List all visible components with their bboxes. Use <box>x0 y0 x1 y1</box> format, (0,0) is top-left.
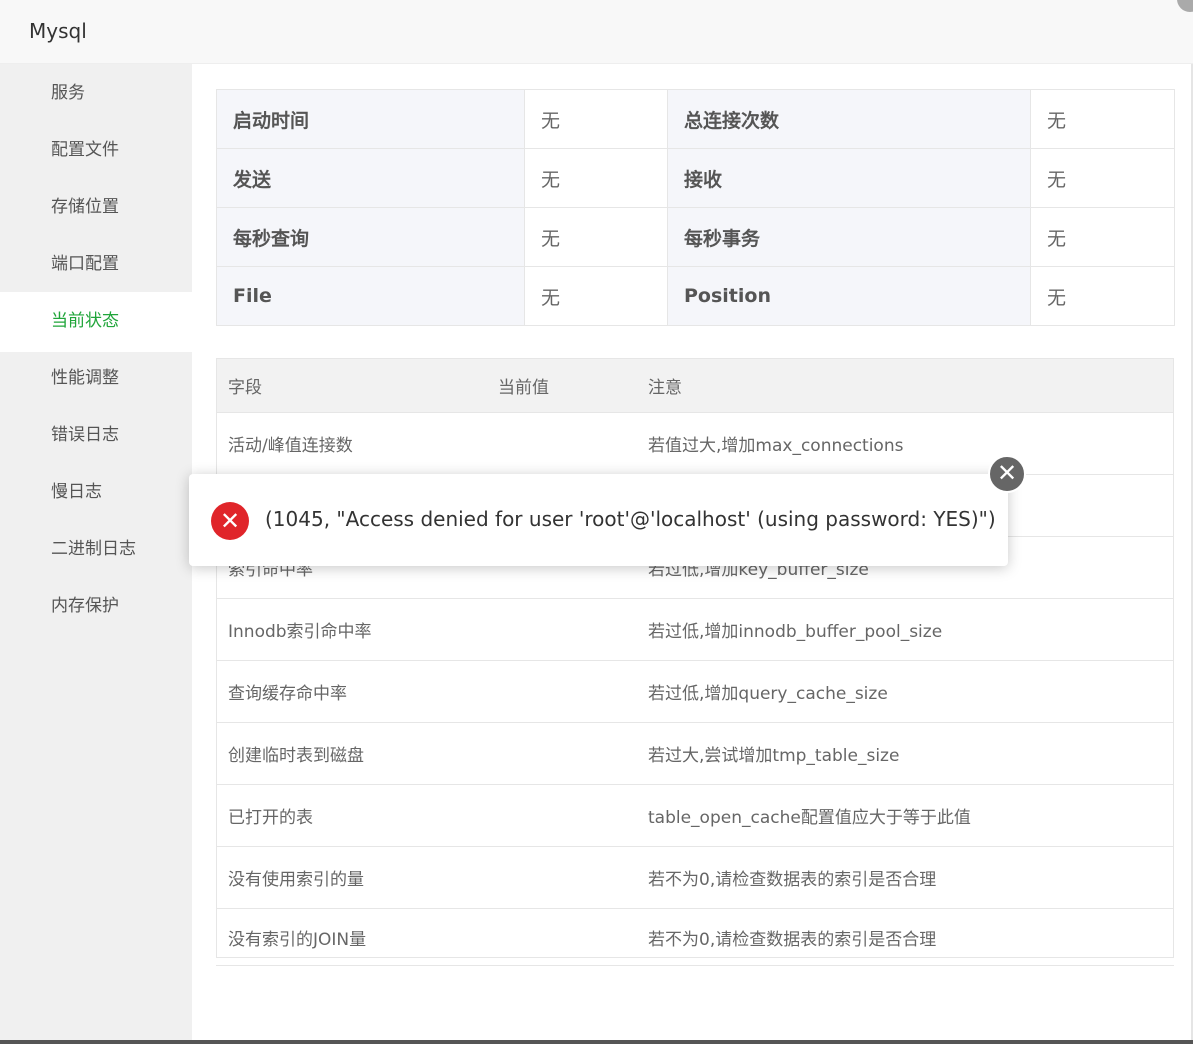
table-row: 创建临时表到磁盘 若过大,尝试增加tmp_table_size <box>216 722 1174 785</box>
status-row: 每秒查询 无 每秒事务 无 <box>216 207 1175 267</box>
error-icon: ✕ <box>211 502 249 540</box>
column-header-note: 注意 <box>636 358 1174 413</box>
status-row: 启动时间 无 总连接次数 无 <box>216 89 1175 149</box>
column-header-field: 字段 <box>216 358 486 413</box>
status-key: 发送 <box>216 148 525 208</box>
note-cell: 若过大,尝试增加tmp_table_size <box>636 722 1174 785</box>
column-header-current-value: 当前值 <box>486 358 636 413</box>
status-row: 发送 无 接收 无 <box>216 148 1175 208</box>
sidebar-item-current-status[interactable]: 当前状态 <box>0 292 192 352</box>
sidebar: 服务 配置文件 存储位置 端口配置 当前状态 性能调整 错误日志 慢日志 二进制… <box>0 64 192 1040</box>
variables-table: 字段 当前值 注意 活动/峰值连接数 若值过大,增加max_connection… <box>216 358 1174 966</box>
table-row: Innodb索引命中率 若过低,增加innodb_buffer_pool_siz… <box>216 598 1174 661</box>
sidebar-item-storage-location[interactable]: 存储位置 <box>0 178 192 238</box>
table-row: 没有索引的JOIN量 若不为0,请检查数据表的索引是否合理 <box>216 908 1174 966</box>
value-cell <box>486 412 636 475</box>
field-cell: 活动/峰值连接数 <box>216 412 486 475</box>
sidebar-item-port-config[interactable]: 端口配置 <box>0 235 192 295</box>
sidebar-item-slow-log[interactable]: 慢日志 <box>0 463 192 523</box>
status-table: 启动时间 无 总连接次数 无 发送 无 接收 无 每秒查询 无 每秒事务 无 F… <box>216 89 1175 326</box>
sidebar-item-error-log[interactable]: 错误日志 <box>0 406 192 466</box>
status-value: 无 <box>524 207 668 267</box>
close-icon[interactable]: ✕ <box>988 455 1026 493</box>
table-row: 没有使用索引的量 若不为0,请检查数据表的索引是否合理 <box>216 846 1174 909</box>
value-cell <box>486 908 636 966</box>
status-value: 无 <box>1030 148 1175 208</box>
status-value: 无 <box>524 89 668 149</box>
status-value: 无 <box>524 266 668 326</box>
note-cell: 若过低,增加query_cache_size <box>636 660 1174 723</box>
value-cell <box>486 660 636 723</box>
status-key: 每秒查询 <box>216 207 525 267</box>
bottom-edge <box>0 1040 1193 1044</box>
table-row: 活动/峰值连接数 若值过大,增加max_connections <box>216 412 1174 475</box>
field-cell: 查询缓存命中率 <box>216 660 486 723</box>
sidebar-item-service[interactable]: 服务 <box>0 64 192 124</box>
status-key: Position <box>667 266 1031 326</box>
table-header-row: 字段 当前值 注意 <box>216 358 1174 413</box>
sidebar-item-performance-tuning[interactable]: 性能调整 <box>0 349 192 409</box>
sidebar-item-binary-log[interactable]: 二进制日志 <box>0 520 192 580</box>
field-cell: Innodb索引命中率 <box>216 598 486 661</box>
sidebar-item-memory-protection[interactable]: 内存保护 <box>0 577 192 637</box>
status-key: 启动时间 <box>216 89 525 149</box>
status-key: 每秒事务 <box>667 207 1031 267</box>
table-row: 已打开的表 table_open_cache配置值应大于等于此值 <box>216 784 1174 847</box>
note-cell: table_open_cache配置值应大于等于此值 <box>636 784 1174 847</box>
note-cell: 若不为0,请检查数据表的索引是否合理 <box>636 908 1174 966</box>
error-message: (1045, "Access denied for user 'root'@'l… <box>265 507 996 531</box>
dialog-title: Mysql <box>29 19 87 43</box>
note-cell: 若过低,增加innodb_buffer_pool_size <box>636 598 1174 661</box>
error-toast: ✕ (1045, "Access denied for user 'root'@… <box>189 474 1008 566</box>
field-cell: 没有索引的JOIN量 <box>216 908 486 966</box>
dialog-titlebar: Mysql <box>0 0 1193 64</box>
field-cell: 创建临时表到磁盘 <box>216 722 486 785</box>
status-value: 无 <box>1030 266 1175 326</box>
value-cell <box>486 784 636 847</box>
status-value: 无 <box>524 148 668 208</box>
note-cell: 若不为0,请检查数据表的索引是否合理 <box>636 846 1174 909</box>
field-cell: 已打开的表 <box>216 784 486 847</box>
dialog-close-icon[interactable] <box>1177 0 1193 12</box>
status-row: File 无 Position 无 <box>216 266 1175 326</box>
value-cell <box>486 722 636 785</box>
note-cell: 若值过大,增加max_connections <box>636 412 1174 475</box>
value-cell <box>486 846 636 909</box>
table-row: 查询缓存命中率 若过低,增加query_cache_size <box>216 660 1174 723</box>
status-key: File <box>216 266 525 326</box>
status-value: 无 <box>1030 207 1175 267</box>
status-key: 总连接次数 <box>667 89 1031 149</box>
status-key: 接收 <box>667 148 1031 208</box>
value-cell <box>486 598 636 661</box>
field-cell: 没有使用索引的量 <box>216 846 486 909</box>
status-value: 无 <box>1030 89 1175 149</box>
sidebar-item-config-file[interactable]: 配置文件 <box>0 121 192 181</box>
